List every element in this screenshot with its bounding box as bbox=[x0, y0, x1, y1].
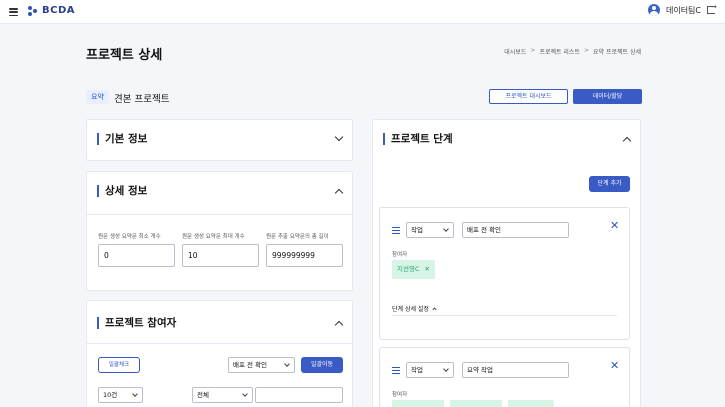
chevron-down-icon[interactable] bbox=[334, 132, 344, 142]
breadcrumb-dashboard[interactable]: 대시보드 bbox=[504, 47, 526, 56]
logout-icon[interactable] bbox=[707, 3, 717, 14]
basic-info-header[interactable]: 기본 정보 bbox=[87, 120, 352, 160]
participants-card: 프로젝트 참여자 일괄체크 배포 전 확인 일괄이동 10건 전체 bbox=[86, 300, 353, 407]
detail-info-card: 상세 정보 원문 생성 요약문 최소 개수 0 원문 생성 요약문 최대 개수 … bbox=[86, 171, 353, 291]
breadcrumb-project-list[interactable]: 프로젝트 리스트 bbox=[539, 47, 580, 56]
extract-summary-length-input[interactable]: 999999999 bbox=[266, 244, 343, 267]
add-stage-button[interactable]: 단계 추가 bbox=[589, 176, 630, 192]
chevron-up-icon bbox=[432, 307, 437, 312]
breadcrumb-separator: > bbox=[583, 47, 590, 54]
breadcrumb: 대시보드 > 프로젝트 리스트 > 요약 프로젝트 상세 bbox=[504, 47, 641, 56]
stage-type-value: 작업 bbox=[411, 366, 423, 374]
participant-chip[interactable] bbox=[392, 400, 444, 407]
logo-text: BCDA bbox=[42, 5, 76, 16]
drag-handle-icon[interactable] bbox=[392, 227, 400, 234]
filter-value: 전체 bbox=[197, 391, 209, 399]
min-summary-count-input[interactable]: 0 bbox=[98, 244, 175, 267]
chevron-down-icon bbox=[443, 226, 449, 232]
stages-title: 프로젝트 단계 bbox=[383, 133, 453, 145]
breadcrumb-current: 요약 프로젝트 상세 bbox=[593, 49, 641, 56]
stage-name-input[interactable]: 배포 전 확인 bbox=[462, 222, 569, 238]
stage-select-value: 배포 전 확인 bbox=[233, 361, 268, 369]
max-summary-count-input[interactable]: 10 bbox=[182, 244, 259, 267]
close-icon[interactable]: ✕ bbox=[610, 220, 619, 231]
chevron-down-icon bbox=[443, 366, 449, 372]
data-assign-button[interactable]: 데이터/할당 bbox=[573, 89, 642, 104]
chevron-down-icon bbox=[132, 391, 138, 397]
close-icon[interactable]: ✕ bbox=[610, 360, 619, 371]
stage-detail-toggle[interactable]: 단계 상세 설정 bbox=[392, 304, 437, 313]
participants-label: 참여자 bbox=[392, 392, 408, 398]
stage-item: 작업 배포 전 확인 ✕ 참여자 지선영C ✕ 단계 상세 설정 bbox=[379, 207, 630, 340]
participant-chip[interactable] bbox=[450, 400, 502, 407]
user-menu[interactable]: 데이터팀C bbox=[647, 3, 717, 16]
chevron-down-icon bbox=[242, 391, 248, 397]
app-logo[interactable]: BCDA bbox=[28, 5, 75, 16]
stage-type-select[interactable]: 작업 bbox=[406, 362, 454, 378]
remove-chip-icon[interactable]: ✕ bbox=[424, 265, 429, 273]
search-input[interactable] bbox=[255, 387, 343, 403]
bulk-check-button[interactable]: 일괄체크 bbox=[98, 357, 140, 373]
participant-chip[interactable]: 지선영C ✕ bbox=[392, 260, 435, 279]
stage-type-value: 작업 bbox=[411, 226, 423, 234]
hamburger-menu-icon[interactable] bbox=[9, 8, 18, 16]
participants-title: 프로젝트 참여자 bbox=[97, 317, 176, 329]
participant-name: 지선영C bbox=[397, 265, 420, 273]
extract-summary-length-label: 원문 추출 요약문의 총 길이 bbox=[266, 234, 329, 240]
stage-name-input[interactable]: 요약 작업 bbox=[462, 362, 569, 378]
chevron-down-icon bbox=[284, 361, 290, 367]
divider bbox=[87, 343, 352, 344]
page-size-value: 10건 bbox=[103, 391, 118, 399]
basic-info-title: 기본 정보 bbox=[97, 133, 147, 145]
user-name: 데이터팀C bbox=[665, 5, 701, 15]
drag-handle-icon[interactable] bbox=[392, 367, 400, 374]
project-type-badge: 요약 bbox=[86, 90, 109, 104]
logo-mark-icon bbox=[28, 5, 38, 16]
min-summary-count-label: 원문 생성 요약문 최소 개수 bbox=[98, 234, 161, 240]
top-bar: BCDA 데이터팀C bbox=[0, 0, 725, 24]
stages-header[interactable]: 프로젝트 단계 bbox=[373, 120, 640, 160]
divider bbox=[392, 315, 617, 316]
detail-info-header[interactable]: 상세 정보 bbox=[87, 172, 352, 212]
stage-detail-label: 단계 상세 설정 bbox=[392, 306, 429, 313]
participants-label: 참여자 bbox=[392, 252, 408, 258]
chevron-up-icon[interactable] bbox=[622, 136, 632, 146]
stage-type-select[interactable]: 작업 bbox=[406, 222, 454, 238]
participants-header[interactable]: 프로젝트 참여자 bbox=[87, 301, 352, 341]
participant-chip[interactable] bbox=[508, 400, 554, 407]
filter-select[interactable]: 전체 bbox=[192, 387, 253, 403]
avatar bbox=[647, 4, 660, 16]
page-title: 프로젝트 상세 bbox=[86, 48, 163, 63]
chevron-up-icon[interactable] bbox=[334, 188, 344, 198]
max-summary-count-label: 원문 생성 요약문 최대 개수 bbox=[182, 234, 245, 240]
bulk-move-button[interactable]: 일괄이동 bbox=[301, 357, 343, 373]
divider bbox=[87, 214, 352, 215]
chevron-up-icon[interactable] bbox=[334, 320, 344, 330]
basic-info-card: 기본 정보 bbox=[86, 119, 353, 161]
stage-item: 작업 요약 작업 ✕ 참여자 bbox=[379, 347, 630, 407]
page-size-select[interactable]: 10건 bbox=[98, 387, 143, 403]
detail-info-title: 상세 정보 bbox=[97, 185, 147, 197]
stage-select[interactable]: 배포 전 확인 bbox=[228, 357, 295, 373]
breadcrumb-separator: > bbox=[530, 47, 536, 54]
project-name: 견본 프로젝트 bbox=[114, 94, 170, 105]
project-dashboard-button[interactable]: 프로젝트 대시보드 bbox=[489, 89, 568, 104]
stages-card: 프로젝트 단계 단계 추가 작업 배포 전 확인 ✕ 참여자 지선영C ✕ 단계 … bbox=[372, 119, 641, 407]
